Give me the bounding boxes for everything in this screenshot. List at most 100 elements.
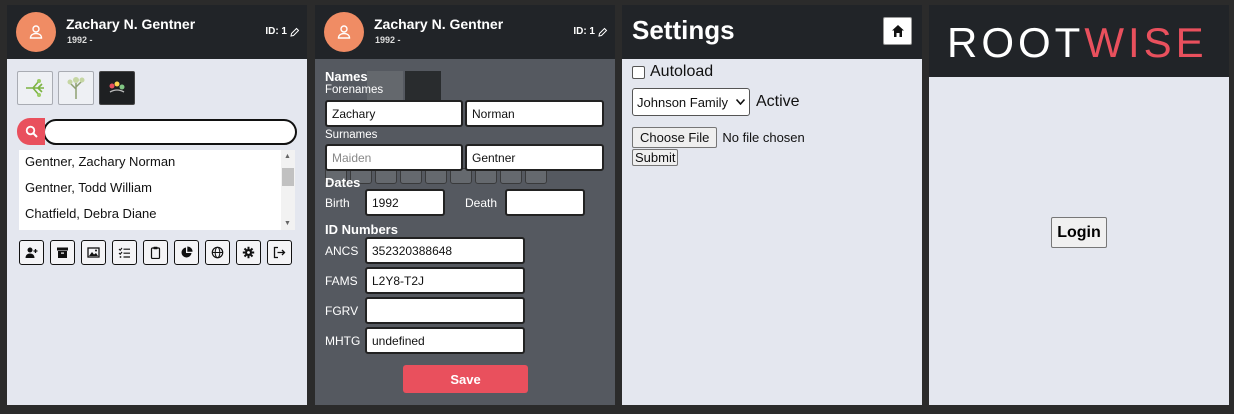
birth-field[interactable] [365,189,445,216]
action-toolbar [19,240,292,265]
search-bar [17,118,297,145]
avatar[interactable] [324,12,364,52]
fams-label: FAMS [325,274,358,288]
birth-label: Birth [325,196,350,210]
autoload-checkbox[interactable] [632,65,645,79]
file-status: No file chosen [722,130,805,145]
editor-panel: Zachary N. Gentner 1992 - ID: 1 Names Fo… [315,5,615,405]
mhtg-field[interactable] [365,327,525,354]
fgrv-label: FGRV [325,304,359,318]
submit-button[interactable]: Submit [632,149,679,166]
forename-field[interactable] [325,100,463,127]
archive-icon [57,247,68,258]
list-item[interactable]: Gentner, Zachary Norman [19,150,295,176]
web-button[interactable] [205,240,230,265]
login-button[interactable]: Login [1051,217,1107,248]
id-numbers-heading: ID Numbers [325,222,398,237]
fams-field[interactable] [365,267,525,294]
branch-tree-icon [26,79,44,97]
colorful-tree-icon [109,81,125,93]
brand-header: ROOTWISE [929,5,1229,77]
edit-icon [598,27,608,37]
clipboard-button[interactable] [143,240,168,265]
rootwise-logo: ROOTWISE [947,19,1208,67]
profile-header: Zachary N. Gentner 1992 - ID: 1 [7,5,307,59]
names-heading: Names [325,69,368,84]
search-input[interactable] [43,119,297,145]
user-icon [29,25,43,39]
profile-name: Zachary N. Gentner [66,16,196,32]
family-select[interactable]: Johnson Family [632,88,750,116]
stats-button[interactable] [174,240,199,265]
checklist-button[interactable] [112,240,137,265]
mhtg-label: MHTG [325,334,361,348]
file-upload: Choose File No file chosen [632,127,805,148]
user-plus-icon [25,247,38,258]
vertical-tree-button[interactable] [58,71,94,105]
tree-view-buttons [17,71,135,105]
ancs-label: ANCS [325,244,359,258]
list-item[interactable]: Gentner, Todd William [19,176,295,202]
scroll-down-icon[interactable]: ▼ [284,220,291,227]
profile-header: Zachary N. Gentner 1992 - ID: 1 [315,5,615,59]
profile-id-label: ID: 1 [573,26,595,37]
add-person-button[interactable] [19,240,44,265]
choose-file-button[interactable]: Choose File [632,127,718,148]
list-item[interactable]: Chatfield, Debra Diane [19,202,295,228]
forenames-label: Forenames [325,84,384,96]
surname-field[interactable] [465,144,604,171]
edit-icon [290,27,300,37]
ancs-field[interactable] [365,237,525,264]
scroll-up-icon[interactable]: ▲ [284,153,291,160]
globe-icon [211,246,224,259]
maiden-name-field[interactable] [325,144,463,171]
profile-id-label: ID: 1 [265,26,287,37]
logo-part-1: ROOT [947,19,1085,66]
profile-id[interactable]: ID: 1 [573,26,608,37]
plant-tree-icon [67,77,85,99]
family-select-value: Johnson Family [637,94,729,110]
dates-heading: Dates [325,175,361,190]
list-scrollbar[interactable]: ▲ ▼ [281,150,295,230]
avatar[interactable] [16,12,56,52]
home-button[interactable] [883,17,912,45]
pie-chart-icon [181,246,193,258]
chevron-down-icon [736,99,745,105]
profile-name: Zachary N. Gentner [374,16,504,32]
login-panel: ROOTWISE Login [929,5,1229,405]
logout-icon [273,246,286,259]
people-list: Gentner, Zachary Norman Gentner, Todd Wi… [19,150,295,230]
search-icon [25,125,38,138]
autoload-option[interactable]: Autoload [632,63,713,81]
settings-panel: Settings Autoload Johnson Family Active … [622,5,922,405]
settings-header: Settings [622,5,922,59]
image-icon [87,247,100,258]
middle-name-field[interactable] [465,100,604,127]
images-button[interactable] [81,240,106,265]
gear-icon [242,246,255,259]
logout-button[interactable] [267,240,292,265]
death-field[interactable] [505,189,585,216]
profile-id[interactable]: ID: 1 [265,26,300,37]
profile-years: 1992 - [67,35,93,45]
death-label: Death [465,196,498,210]
checklist-icon [118,247,130,258]
save-button[interactable]: Save [403,365,528,393]
fgrv-field[interactable] [365,297,525,324]
logo-part-2: WISE [1084,19,1208,66]
horizontal-tree-button[interactable] [17,71,53,105]
clipboard-icon [150,246,161,259]
home-icon [891,25,904,37]
settings-button[interactable] [236,240,261,265]
archive-button[interactable] [50,240,75,265]
autoload-label: Autoload [650,63,714,80]
profile-years: 1992 - [375,35,401,45]
tree-panel: Zachary N. Gentner 1992 - ID: 1 Gentner,… [7,5,307,405]
user-icon [337,25,351,39]
scroll-thumb[interactable] [282,168,294,186]
surnames-label: Surnames [325,129,378,141]
page-title: Settings [632,15,735,45]
search-button[interactable] [17,118,45,145]
active-label: Active [756,93,800,110]
fan-tree-button[interactable] [99,71,135,105]
